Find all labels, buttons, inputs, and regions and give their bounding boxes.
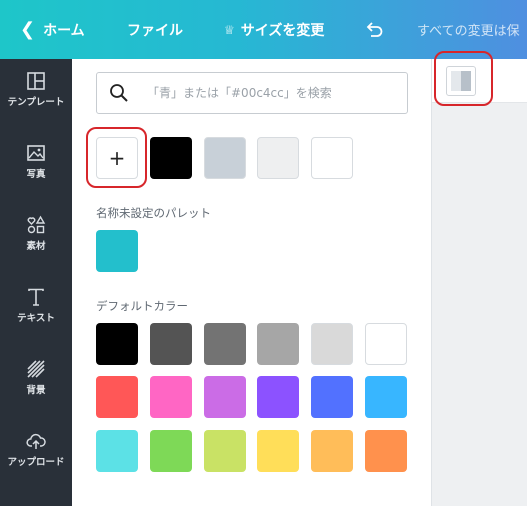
elements-icon bbox=[27, 215, 46, 234]
crown-icon: ♕ bbox=[224, 22, 235, 37]
default-color-swatch[interactable] bbox=[150, 376, 192, 418]
rail-item-templates[interactable]: テンプレート bbox=[0, 59, 72, 119]
rail-label: テキスト bbox=[17, 313, 55, 324]
side-rail: テンプレート 写真 素材 テキスト 背景 アップロード bbox=[0, 59, 72, 506]
resize-label: サイズを変更 bbox=[240, 22, 325, 39]
palette-title: 名称未設定のパレット bbox=[96, 206, 211, 220]
rail-item-text[interactable]: テキスト bbox=[0, 275, 72, 335]
top-bar: ❮ ホーム ファイル ♕ サイズを変更 すべての変更は保 bbox=[0, 0, 527, 59]
home-label: ホーム bbox=[43, 22, 85, 39]
undo-icon bbox=[366, 21, 383, 37]
layout-right-icon bbox=[461, 71, 471, 91]
color-search-input[interactable] bbox=[147, 81, 397, 105]
default-color-swatch[interactable] bbox=[257, 430, 299, 472]
undo-button[interactable] bbox=[364, 0, 384, 59]
document-color-swatch[interactable] bbox=[150, 137, 192, 179]
add-color-button[interactable]: + bbox=[96, 137, 138, 179]
page-layout-button[interactable] bbox=[446, 66, 476, 96]
plus-icon: + bbox=[108, 146, 126, 170]
canvas-area bbox=[431, 51, 527, 506]
default-color-swatch[interactable] bbox=[204, 376, 246, 418]
color-search-box[interactable] bbox=[96, 72, 408, 114]
default-colors-title: デフォルトカラー bbox=[96, 299, 188, 313]
default-color-swatch[interactable] bbox=[365, 376, 407, 418]
default-color-swatch[interactable] bbox=[96, 323, 138, 365]
photo-icon bbox=[27, 145, 45, 161]
default-color-swatch[interactable] bbox=[311, 376, 353, 418]
default-color-swatch[interactable] bbox=[204, 430, 246, 472]
rail-label: 素材 bbox=[26, 241, 46, 252]
document-color-swatch[interactable] bbox=[311, 137, 353, 179]
rail-item-photos[interactable]: 写真 bbox=[0, 131, 72, 191]
rail-item-uploads[interactable]: アップロード bbox=[0, 419, 72, 479]
rail-label: 背景 bbox=[26, 385, 46, 396]
rail-label: テンプレート bbox=[7, 97, 65, 108]
file-menu-button[interactable]: ファイル bbox=[127, 0, 183, 59]
template-icon bbox=[27, 72, 45, 90]
default-color-swatch[interactable] bbox=[311, 323, 353, 365]
upload-icon bbox=[26, 433, 46, 449]
rail-label: アップロード bbox=[7, 457, 65, 468]
default-color-swatch[interactable] bbox=[96, 376, 138, 418]
default-color-swatch[interactable] bbox=[150, 323, 192, 365]
rail-item-background[interactable]: 背景 bbox=[0, 347, 72, 407]
document-color-swatch[interactable] bbox=[204, 137, 246, 179]
default-color-swatch[interactable] bbox=[96, 430, 138, 472]
default-color-swatch[interactable] bbox=[311, 430, 353, 472]
default-color-swatch[interactable] bbox=[365, 323, 407, 365]
default-color-swatch[interactable] bbox=[365, 430, 407, 472]
default-color-swatch[interactable] bbox=[257, 323, 299, 365]
save-status: すべての変更は保 bbox=[417, 24, 520, 39]
resize-button[interactable]: ♕ サイズを変更 bbox=[224, 0, 324, 59]
canvas-toolbar bbox=[432, 59, 527, 103]
default-color-swatch[interactable] bbox=[257, 376, 299, 418]
chevron-left-icon: ❮ bbox=[20, 19, 36, 40]
rail-label: 写真 bbox=[26, 169, 46, 180]
default-color-swatch[interactable] bbox=[150, 430, 192, 472]
document-color-swatch[interactable] bbox=[257, 137, 299, 179]
home-button[interactable]: ❮ ホーム bbox=[20, 0, 85, 59]
rail-item-elements[interactable]: 素材 bbox=[0, 203, 72, 263]
default-color-swatch[interactable] bbox=[204, 323, 246, 365]
background-icon bbox=[27, 360, 45, 378]
color-panel: + 名称未設定のパレット デフォルトカラー bbox=[72, 59, 431, 506]
file-label: ファイル bbox=[127, 22, 183, 39]
layout-left-icon bbox=[451, 71, 461, 91]
search-icon bbox=[110, 84, 128, 102]
palette-color-swatch[interactable] bbox=[96, 230, 138, 272]
text-icon bbox=[28, 288, 44, 306]
